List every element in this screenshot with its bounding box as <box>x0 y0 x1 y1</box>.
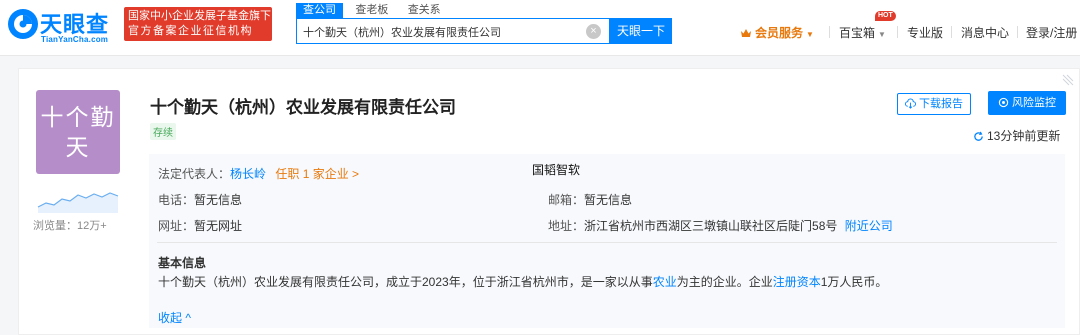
corner-decoration-icon <box>1062 74 1074 86</box>
website-value: 暂无网址 <box>194 219 243 233</box>
download-report-label: 下载报告 <box>919 98 963 110</box>
search-input[interactable] <box>303 23 583 40</box>
vip-label: 会员服务 <box>755 26 804 40</box>
nearby-companies-link[interactable]: 附近公司 <box>845 219 893 233</box>
legal-representative-row: 法定代表人：杨长岭 任职 1 家企业 > <box>158 165 359 182</box>
gov-badge[interactable]: 国家中小企业发展子基金旗下 官方备案企业征信机构 <box>124 7 272 41</box>
nav-divider <box>897 26 898 38</box>
company-card: 十个勤天 浏览量：12万+ 十个勤天（杭州）农业发展有限责任公司 存续 下载报告… <box>18 68 1080 335</box>
search-button[interactable]: 天眼一下 <box>610 18 672 44</box>
treasure-label: 百宝箱 <box>839 26 876 40</box>
chevron-down-icon: ▼ <box>878 30 886 39</box>
basic-info-description: 十个勤天（杭州）农业发展有限责任公司，成立于2023年，位于浙江省杭州市，是一家… <box>158 273 887 290</box>
company-info-panel: 国韬智软 法定代表人：杨长岭 任职 1 家企业 > 电话：暂无信息 邮箱：暂无信… <box>149 154 1065 328</box>
eye-monitor-icon <box>998 97 1009 108</box>
legal-rep-roles-link[interactable]: 任职 1 家企业 > <box>275 167 359 181</box>
download-report-button[interactable]: 下载报告 <box>897 93 971 115</box>
divider <box>157 242 1057 243</box>
website-label: 网址： <box>158 219 195 233</box>
basic-desc-text-1: 十个勤天（杭州）农业发展有限责任公司，成立于2023年，位于浙江省杭州市，是一家… <box>158 275 653 289</box>
view-count: 浏览量：12万+ <box>33 220 107 232</box>
treasure-box-menu[interactable]: 百宝箱 ▼ <box>839 24 886 41</box>
clear-icon[interactable]: × <box>586 24 601 39</box>
update-time[interactable]: 13分钟前更新 <box>973 127 1060 144</box>
tab-relation[interactable]: 查关系 <box>401 3 448 18</box>
email-label: 邮箱： <box>548 193 585 207</box>
chevron-down-icon: ▼ <box>806 30 814 39</box>
search-tabs: 查公司 查老板 查关系 <box>296 2 450 18</box>
basic-info-title: 基本信息 <box>158 256 207 270</box>
phone-label: 电话： <box>158 193 195 207</box>
risk-monitor-button[interactable]: 风险监控 <box>988 91 1066 115</box>
risk-monitor-label: 风险监控 <box>1012 97 1056 109</box>
email-row: 邮箱：暂无信息 <box>548 191 632 208</box>
registered-capital-link[interactable]: 注册资本 <box>773 275 821 289</box>
status-badge: 存续 <box>150 123 176 140</box>
basic-desc-text-3: 1万人民币。 <box>820 275 888 289</box>
update-time-label: 13分钟前更新 <box>987 129 1061 143</box>
cloud-download-icon <box>905 98 916 109</box>
crown-icon <box>741 29 751 37</box>
refresh-icon <box>974 131 983 141</box>
nav-divider <box>829 26 830 38</box>
collapse-toggle[interactable]: 收起 ^ <box>158 309 191 326</box>
message-center-link[interactable]: 消息中心 <box>961 24 1009 41</box>
logo-icon <box>8 9 38 39</box>
top-header: 天眼查 TianYanCha.com 国家中小企业发展子基金旗下 官方备案企业征… <box>0 0 1080 56</box>
pro-version-link[interactable]: 专业版 <box>907 24 943 41</box>
industry-link[interactable]: 农业 <box>653 275 677 289</box>
logo-subtitle: TianYanCha.com <box>41 35 109 44</box>
login-register-link[interactable]: 登录/注册 <box>1026 24 1077 41</box>
legal-rep-link[interactable]: 杨长岭 <box>230 167 266 181</box>
website-row: 网址：暂无网址 <box>158 217 242 234</box>
basic-desc-text-2: 为主的企业。企业 <box>676 275 773 289</box>
vip-service-menu[interactable]: 会员服务 ▼ <box>740 24 814 41</box>
watermark-text: 国韬智软 <box>532 163 581 177</box>
tab-company[interactable]: 查公司 <box>296 3 343 18</box>
address-value: 浙江省杭州市西湖区三墩镇山联社区后陡门58号 <box>584 219 838 233</box>
phone-value: 暂无信息 <box>194 193 243 207</box>
company-avatar: 十个勤天 <box>36 90 120 174</box>
phone-row: 电话：暂无信息 <box>158 191 242 208</box>
company-name: 十个勤天（杭州）农业发展有限责任公司 <box>150 98 456 117</box>
nav-divider <box>1017 26 1018 38</box>
nav-divider <box>951 26 952 38</box>
tab-boss[interactable]: 查老板 <box>348 3 395 18</box>
legal-rep-label: 法定代表人： <box>158 167 231 181</box>
gov-badge-line2: 官方备案企业征信机构 <box>128 25 253 37</box>
search-box: × <box>296 18 610 44</box>
gov-badge-line1: 国家中小企业发展子基金旗下 <box>128 10 271 22</box>
email-value: 暂无信息 <box>584 193 633 207</box>
trend-sparkline <box>37 192 119 213</box>
address-row: 地址：浙江省杭州市西湖区三墩镇山联社区后陡门58号 附近公司 <box>548 217 893 234</box>
address-label: 地址： <box>548 219 585 233</box>
logo[interactable]: 天眼查 TianYanCha.com <box>6 7 118 47</box>
hot-badge: HOT <box>875 11 896 21</box>
